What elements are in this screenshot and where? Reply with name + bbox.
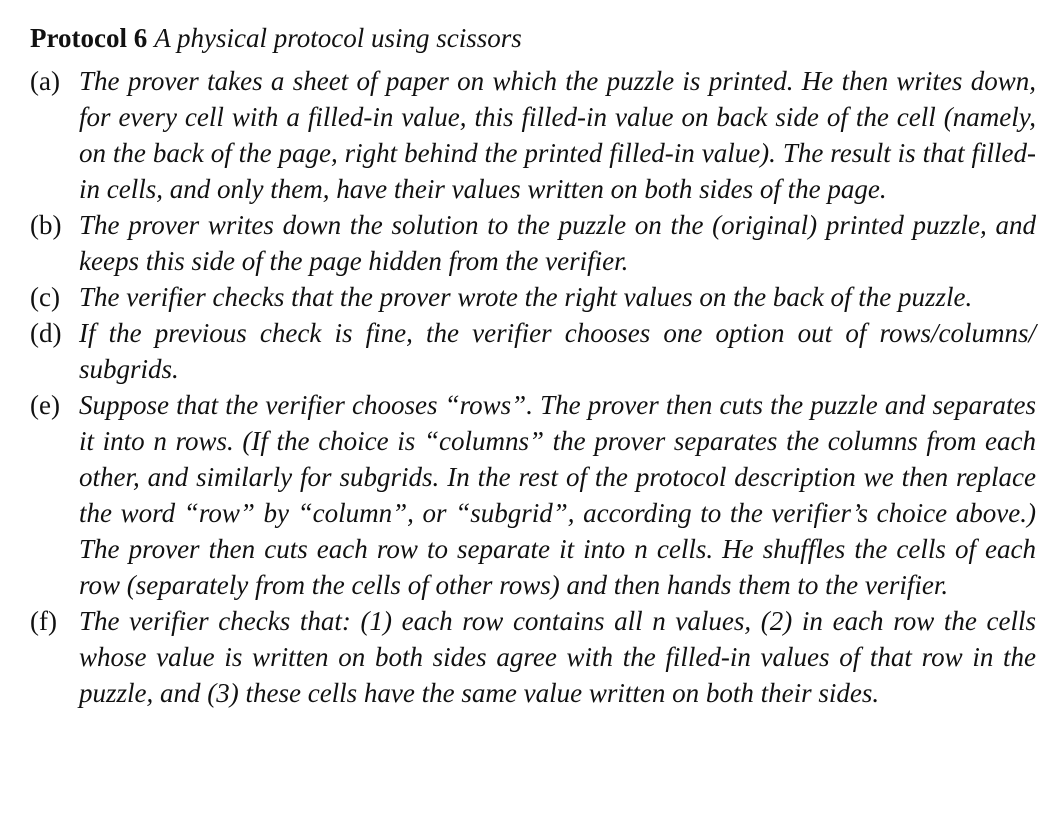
protocol-step-d: (d) If the previous check is fine, the v… [30, 315, 1036, 387]
step-marker: (d) [30, 318, 62, 348]
step-text: The verifier checks that: (1) each row c… [79, 606, 1036, 708]
step-marker: (a) [30, 66, 60, 96]
protocol-label: Protocol 6 [30, 23, 148, 53]
protocol-step-b: (b) The prover writes down the solution … [30, 207, 1036, 279]
protocol-step-e: (e) Suppose that the verifier chooses “r… [30, 387, 1036, 603]
step-marker: (e) [30, 390, 60, 420]
step-marker: (b) [30, 210, 62, 240]
protocol-steps-list: (a) The prover takes a sheet of paper on… [30, 63, 1036, 711]
step-marker: (c) [30, 282, 60, 312]
protocol-title: A physical protocol using scissors [154, 23, 522, 53]
protocol-step-c: (c) The verifier checks that the prover … [30, 279, 1036, 315]
protocol-heading: Protocol 6A physical protocol using scis… [30, 20, 1036, 56]
protocol-step-a: (a) The prover takes a sheet of paper on… [30, 63, 1036, 207]
protocol-step-f: (f) The verifier checks that: (1) each r… [30, 603, 1036, 711]
step-text: The prover writes down the solution to t… [79, 210, 1036, 276]
step-marker: (f) [30, 606, 57, 636]
step-text: If the previous check is fine, the verif… [79, 318, 1036, 384]
protocol-page: Protocol 6A physical protocol using scis… [0, 0, 1054, 838]
step-text: The verifier checks that the prover wrot… [79, 282, 973, 312]
step-text: The prover takes a sheet of paper on whi… [79, 66, 1036, 204]
step-text: Suppose that the verifier chooses “rows”… [79, 390, 1036, 600]
